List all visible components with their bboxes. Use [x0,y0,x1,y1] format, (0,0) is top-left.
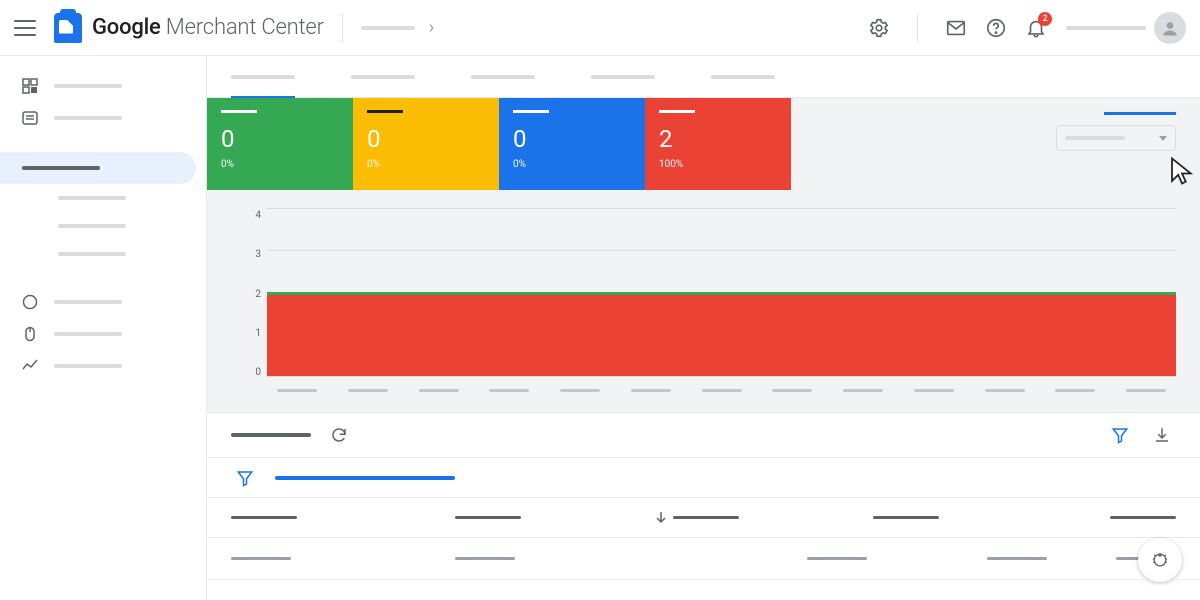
col-3-sorted[interactable] [655,508,739,527]
mail-icon[interactable] [938,10,974,46]
download-icon[interactable] [1148,421,1176,449]
add-filter-link[interactable] [275,476,455,480]
table-header [207,498,1200,538]
card-active[interactable]: 00% [207,98,353,190]
notification-badge: 2 [1038,12,1052,26]
tab-2[interactable] [351,56,415,98]
feedback-button[interactable] [1138,538,1182,582]
dashboard-area: 00% 00% 00% 2100% 43210 [207,98,1200,412]
tab-1[interactable] [231,56,295,98]
nav-item-pending[interactable] [0,286,206,318]
col-2[interactable] [455,516,521,519]
card-pending[interactable]: 00% [353,98,499,190]
merchant-tag-icon [54,13,82,43]
x-axis-ticks [267,389,1176,392]
breadcrumb[interactable]: › [361,17,434,38]
col-4[interactable] [873,516,939,519]
main-content: 00% 00% 00% 2100% 43210 [206,56,1200,600]
nav-item-mouse[interactable] [0,318,206,350]
dashboard-controls [1056,112,1176,151]
nav-sub-3[interactable] [0,240,206,268]
list-icon [22,110,38,126]
chevron-down-icon [1159,136,1167,141]
y-axis: 43210 [231,208,267,394]
avatar[interactable] [1154,12,1186,44]
card-disapproved[interactable]: 2100% [645,98,791,190]
col-5[interactable] [1110,516,1176,519]
tab-3[interactable] [471,56,535,98]
tab-5[interactable] [711,56,775,98]
help-icon[interactable] [978,10,1014,46]
sort-down-icon [655,508,667,527]
account-label[interactable] [1066,26,1146,30]
col-1[interactable] [231,516,297,519]
tab-4[interactable] [591,56,655,98]
dashboard-icon [22,78,38,94]
settings-icon[interactable] [861,10,897,46]
nav-sub-1[interactable] [0,184,206,212]
nav-item-2[interactable] [0,102,206,134]
nav-sub-2[interactable] [0,212,206,240]
trend-icon [22,358,38,374]
list-toolbar [207,412,1200,458]
circle-outline-icon [22,294,38,310]
filter-row [207,458,1200,498]
card-expiring[interactable]: 00% [499,98,645,190]
mouse-icon [22,326,38,342]
tab-bar [207,56,1200,98]
nav-item-performance[interactable] [0,350,206,382]
chevron-right-icon: › [429,17,434,38]
table-row[interactable] [207,538,1200,580]
nav-overview[interactable] [0,70,206,102]
nav-item-selected[interactable] [0,152,196,184]
divider [917,14,918,42]
summary-cards: 00% 00% 00% 2100% [207,98,1200,190]
divider [342,14,343,42]
app-title: Google Merchant Center [92,15,324,40]
notifications-icon[interactable]: 2 [1018,10,1054,46]
menu-icon[interactable] [14,17,36,39]
toolbar-title [231,433,311,437]
refresh-icon[interactable] [325,421,353,449]
date-range-dropdown[interactable] [1056,125,1176,151]
active-indicator [1104,112,1176,115]
trend-chart: 43210 [231,208,1176,394]
side-nav [0,56,206,600]
filter-icon[interactable] [1106,421,1134,449]
filter-icon[interactable] [231,464,259,492]
chart-plot [267,208,1176,394]
app-header: Google Merchant Center › 2 [0,0,1200,56]
app-logo[interactable]: Google Merchant Center [54,13,324,43]
